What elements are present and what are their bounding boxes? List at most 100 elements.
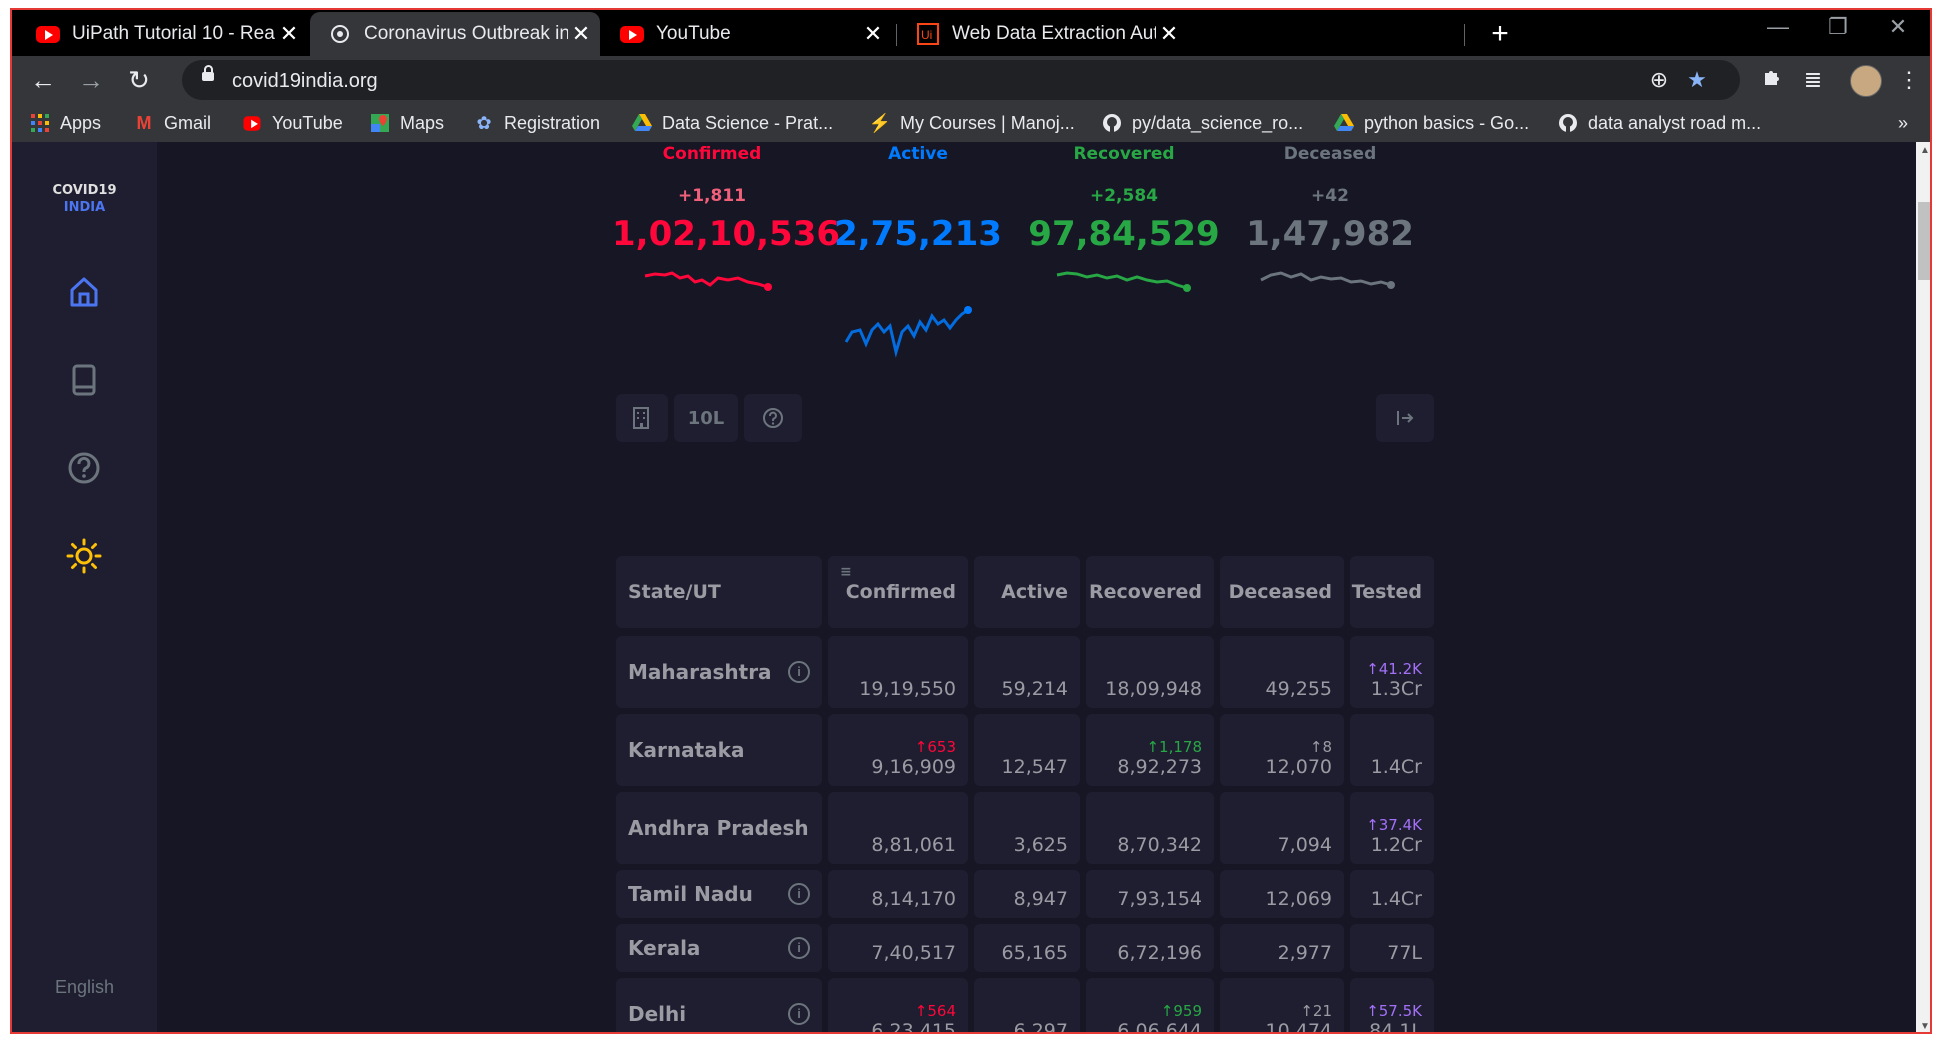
info-icon[interactable]: i [788, 883, 810, 905]
add-icon[interactable]: ⊕ [1642, 63, 1676, 97]
table-row-state[interactable]: Maharashtra i [616, 636, 822, 708]
language-switcher[interactable]: English [12, 977, 157, 998]
district-toggle-button[interactable] [616, 394, 668, 442]
close-tab-icon[interactable]: ✕ [1156, 21, 1182, 47]
scroll-down-arrow[interactable]: ▼ [1916, 1018, 1930, 1032]
tab-label: Coronavirus Outbreak in India - c [364, 23, 568, 44]
header-recovered[interactable]: Recovered [1086, 556, 1214, 628]
bookmark-data-analyst[interactable]: data analyst road m... [1558, 110, 1761, 136]
info-icon[interactable]: i [788, 1003, 810, 1025]
bookmark-label: Maps [400, 112, 445, 133]
covid19india-logo[interactable]: COVID19 INDIA [12, 182, 157, 216]
bookmark-data-science[interactable]: Data Science - Prat... [632, 110, 833, 136]
scroll-up-arrow[interactable]: ▲ [1916, 142, 1930, 160]
value: 18,09,948 [1105, 678, 1202, 700]
bookmark-label: Apps [60, 112, 102, 133]
state-name: Kerala [628, 936, 701, 960]
delta: ↑21 [1300, 1002, 1332, 1020]
header-state[interactable]: State/UT [616, 556, 822, 628]
value: 7,40,517 [871, 942, 956, 964]
expand-table-button[interactable] [1376, 394, 1434, 442]
help-icon [763, 408, 783, 428]
new-tab-button[interactable]: + [1482, 16, 1518, 52]
level-deceased: Deceased +42 1,47,982 [1230, 142, 1430, 254]
scroll-thumb[interactable] [1918, 202, 1930, 280]
tab-uipath-tutorial[interactable]: UiPath Tutorial 10 - Real Time Pro ✕ [18, 12, 308, 56]
table-row-state[interactable]: Delhi i [616, 978, 822, 1032]
close-tab-icon[interactable]: ✕ [568, 21, 594, 47]
table-row-state[interactable]: Kerala i [616, 924, 822, 972]
address-bar[interactable]: ⊕ ★ [182, 60, 1740, 100]
info-icon[interactable]: i [788, 937, 810, 959]
svg-text:Ui: Ui [921, 28, 932, 42]
cell-recovered: ↑959 6,06,644 [1086, 978, 1214, 1032]
cell-tested: 77L [1350, 924, 1434, 972]
bookmark-label: Gmail [164, 112, 212, 133]
close-tab-icon[interactable]: ✕ [276, 21, 302, 47]
bookmark-label: Data Science - Prat... [662, 112, 834, 133]
minimize-button[interactable]: — [1758, 14, 1798, 40]
sort-icon: ≡ [840, 564, 852, 580]
close-tab-icon[interactable]: ✕ [860, 21, 886, 47]
table-row-state[interactable]: Karnataka [616, 714, 822, 786]
info-icon[interactable]: i [788, 661, 810, 683]
cell-recovered: 6,72,196 [1086, 924, 1214, 972]
forward-button[interactable]: → [74, 63, 108, 97]
cell-tested: ↑41.2K 1.3Cr [1350, 636, 1434, 708]
per-million-toggle-button[interactable]: 10L [674, 394, 738, 442]
restore-button[interactable]: ❐ [1818, 14, 1858, 40]
courses-icon: ⚡ [868, 112, 892, 133]
bookmark-gmail[interactable]: M Gmail [134, 110, 212, 136]
cell-tested: 1.4Cr [1350, 870, 1434, 918]
table-row-state[interactable]: Tamil Nadu i [616, 870, 822, 918]
bookmark-label: data analyst road m... [1588, 112, 1762, 133]
tab-youtube[interactable]: YouTube ✕ [602, 12, 892, 56]
bookmarks-bar: Apps M Gmail YouTube Maps ✿ Registration… [12, 104, 1930, 143]
bookmark-my-courses[interactable]: ⚡ My Courses | Manoj... [868, 110, 1075, 136]
header-active[interactable]: Active [974, 556, 1080, 628]
bookmark-youtube[interactable]: YouTube [242, 110, 343, 136]
logo-line2: INDIA [63, 200, 106, 215]
state-name: Karnataka [628, 738, 745, 762]
theme-sun-icon[interactable] [58, 530, 110, 582]
delta: ↑8 [1309, 738, 1332, 756]
state-name: Tamil Nadu [628, 882, 753, 906]
menu-kebab-icon[interactable]: ⋮ [1892, 63, 1926, 97]
tab-coronavirus-outbreak[interactable]: Coronavirus Outbreak in India - c ✕ [310, 12, 600, 56]
youtube-icon [36, 22, 60, 46]
close-window-button[interactable]: ✕ [1878, 14, 1918, 40]
help-icon[interactable] [58, 442, 110, 494]
bookmark-maps[interactable]: Maps [370, 110, 444, 136]
media-control-icon[interactable]: ≣ [1796, 63, 1830, 97]
tab-web-data-extraction[interactable]: Ui Web Data Extraction Automation ✕ [898, 12, 1188, 56]
cell-deceased: 7,094 [1220, 792, 1344, 864]
cell-deceased: ↑8 12,070 [1220, 714, 1344, 786]
youtube-icon [620, 22, 644, 46]
header-tested[interactable]: Tested [1350, 556, 1434, 628]
tab-strip: UiPath Tutorial 10 - Real Time Pro ✕ Cor… [12, 10, 1930, 56]
header-deceased[interactable]: Deceased [1220, 556, 1344, 628]
bookmark-apps[interactable]: Apps [30, 110, 101, 136]
back-button[interactable]: ← [26, 63, 60, 97]
google-drive-icon [632, 113, 652, 133]
help-info-button[interactable] [744, 394, 802, 442]
bookmark-registration[interactable]: ✿ Registration [474, 110, 600, 136]
bookmark-py-data-science[interactable]: py/data_science_ro... [1102, 110, 1303, 136]
book-icon[interactable] [58, 354, 110, 406]
building-icon [633, 407, 649, 429]
level-delta: +1,811 [677, 186, 747, 206]
logo-line1: COVID19 [52, 183, 117, 198]
bookmark-python-basics[interactable]: python basics - Go... [1334, 110, 1529, 136]
home-icon[interactable] [58, 266, 110, 318]
profile-avatar[interactable] [1850, 65, 1882, 97]
url-input[interactable] [230, 66, 1534, 96]
value: 1.4Cr [1370, 888, 1422, 910]
table-row-state[interactable]: Andhra Pradesh [616, 792, 822, 864]
page-scrollbar[interactable]: ▲ ▼ [1916, 142, 1930, 1032]
bookmarks-overflow-button[interactable]: » [1898, 110, 1908, 136]
delta: ↑1,178 [1146, 738, 1202, 756]
header-confirmed[interactable]: ≡ Confirmed [828, 556, 968, 628]
extensions-icon[interactable] [1756, 63, 1790, 97]
reload-button[interactable]: ↻ [122, 63, 156, 97]
bookmark-star-icon[interactable]: ★ [1680, 63, 1714, 97]
